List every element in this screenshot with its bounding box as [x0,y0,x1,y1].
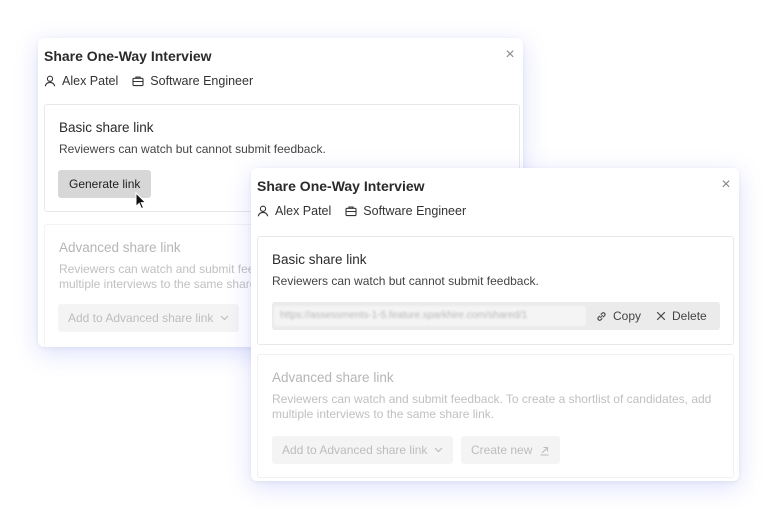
basic-share-description: Reviewers can watch but cannot submit fe… [272,274,539,288]
candidate-name: Alex Patel [44,74,118,88]
add-to-advanced-label: Add to Advanced share link [68,311,214,325]
create-new-label: Create new [471,443,533,457]
briefcase-icon [132,76,144,87]
copy-link-button[interactable]: Copy [596,309,641,323]
link-icon [597,311,606,321]
copy-link-label: Copy [613,309,642,323]
basic-share-title: Basic share link [59,120,154,135]
basic-share-description: Reviewers can watch but cannot submit fe… [59,142,326,156]
advanced-desc-line2: multiple interviews to the same share [59,277,257,291]
create-new-button[interactable]: Create new [461,436,561,464]
briefcase-icon [345,206,357,217]
person-icon [44,75,56,87]
advanced-share-title: Advanced share link [272,370,394,385]
delete-link-button[interactable]: Delete [656,309,707,323]
advanced-share-card: Advanced share link Reviewers can watch … [257,354,734,478]
mouse-cursor-icon [135,192,147,210]
delete-link-label: Delete [672,309,707,323]
candidate-name-label: Alex Patel [275,204,332,218]
person-icon [257,205,269,217]
candidate-name-label: Alex Patel [62,74,119,88]
basic-share-card: Basic share link Reviewers can watch but… [257,236,734,345]
advanced-desc-line1: Reviewers can watch and submit feed [59,262,262,276]
candidate-name: Alex Patel [257,204,331,218]
close-icon[interactable]: × [503,47,517,63]
chevron-down-icon [435,447,443,453]
candidate-role: Software Engineer [345,204,466,218]
candidate-meta: Alex Patel Software Engineer [257,204,480,218]
close-icon[interactable]: × [719,177,733,193]
advanced-desc-line1: Reviewers can watch and submit feedback.… [272,392,712,406]
candidate-role: Software Engineer [132,74,253,88]
share-link-bar: https://assessments-1-5.feature.sparkhir… [272,302,720,330]
dialog-title: Share One-Way Interview [44,48,212,64]
add-to-advanced-label: Add to Advanced share link [282,443,428,457]
add-to-advanced-button[interactable]: Add to Advanced share link [58,304,240,332]
candidate-role-label: Software Engineer [150,74,254,88]
candidate-meta: Alex Patel Software Engineer [44,74,267,88]
external-link-icon [540,446,549,456]
chevron-down-icon [221,315,229,321]
advanced-share-description: Reviewers can watch and submit feed mult… [59,262,261,292]
candidate-role-label: Software Engineer [363,204,467,218]
advanced-share-title: Advanced share link [59,240,181,255]
advanced-desc-line2: multiple interviews to the same share li… [272,407,495,421]
dialog-title: Share One-Way Interview [257,178,425,194]
close-icon [656,311,666,321]
advanced-share-description: Reviewers can watch and submit feedback.… [272,392,711,422]
basic-share-title: Basic share link [272,252,367,267]
share-dialog-front: Share One-Way Interview × Alex Patel Sof… [251,168,739,481]
share-link-field[interactable]: https://assessments-1-5.feature.sparkhir… [274,306,586,326]
add-to-advanced-button[interactable]: Add to Advanced share link [272,436,454,464]
